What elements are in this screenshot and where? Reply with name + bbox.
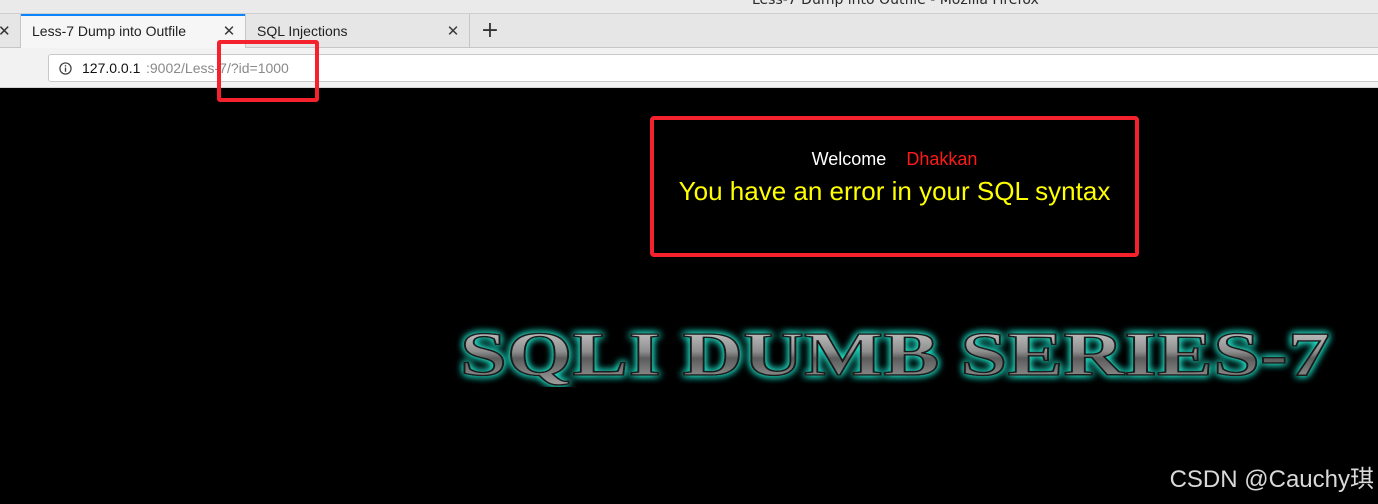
tab-label: Less-7 Dump into Outfile — [32, 23, 187, 39]
url-annotation — [217, 40, 319, 102]
message-box-annotation: Welcome Dhakkan You have an error in your… — [650, 116, 1139, 257]
url-host: 127.0.0.1 — [82, 60, 141, 76]
close-icon[interactable]: ✕ — [221, 22, 237, 40]
window-titlebar: Less-7 Dump into Outfile - Mozilla Firef… — [0, 0, 1378, 14]
close-icon[interactable]: ✕ — [0, 22, 12, 40]
error-message: You have an error in your SQL syntax — [678, 176, 1111, 206]
info-icon[interactable] — [59, 62, 72, 75]
banner-text: SQLI DUMB SERIES-7 — [460, 321, 1330, 387]
tab-strip: ✕ Less-7 Dump into Outfile ✕ SQL Injecti… — [0, 14, 1378, 48]
tab-less-7[interactable]: Less-7 Dump into Outfile ✕ — [20, 14, 246, 48]
close-icon[interactable]: ✕ — [445, 22, 461, 40]
banner-logo: SQLI DUMB SERIES-7 — [459, 320, 1331, 387]
navigation-bar: 127.0.0.1 :9002/Less-7/?id=1000 — [0, 48, 1378, 88]
window-title: Less-7 Dump into Outfile - Mozilla Firef… — [752, 0, 1039, 8]
page-content: Welcome Dhakkan You have an error in your… — [0, 89, 1378, 504]
username-text: Dhakkan — [906, 149, 978, 169]
welcome-row: Welcome Dhakkan — [654, 149, 1135, 170]
welcome-text: Welcome — [811, 149, 887, 169]
tab-label: SQL Injections — [257, 23, 348, 39]
watermark: CSDN @Cauchy琪 — [1169, 466, 1374, 493]
plus-icon[interactable]: + — [478, 17, 502, 45]
